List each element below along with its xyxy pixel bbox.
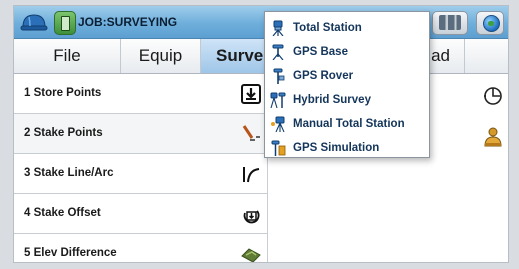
menu-item-label: Hybrid Survey bbox=[293, 94, 371, 106]
gps-rover-icon bbox=[270, 68, 286, 84]
menu-item-label: Total Station bbox=[293, 22, 362, 34]
hybrid-survey-icon bbox=[270, 92, 286, 109]
menu-item-hybrid-survey[interactable]: Hybrid Survey bbox=[265, 88, 429, 112]
title-bar: JOB:SURVEYING bbox=[14, 6, 508, 39]
menu-item-total-station[interactable]: Total Station bbox=[265, 16, 429, 40]
menu-item-label: GPS Simulation bbox=[293, 142, 380, 154]
total-station-icon bbox=[270, 20, 286, 37]
main-tabs: File Equip Surve ad bbox=[14, 39, 508, 74]
list-item-stake-offset[interactable]: 4 Stake Offset bbox=[14, 194, 268, 234]
target-icon[interactable] bbox=[482, 84, 504, 111]
list-item-stake-line-arc[interactable]: 3 Stake Line/Arc bbox=[14, 154, 268, 194]
menu-item-gps-simulation[interactable]: GPS Simulation bbox=[265, 136, 429, 160]
globe-button[interactable] bbox=[476, 11, 504, 35]
list-item-store-points[interactable]: 1 Store Points bbox=[14, 74, 268, 114]
globe-icon bbox=[483, 15, 500, 32]
satellite-signal-icon bbox=[439, 15, 461, 30]
stake-offset-icon bbox=[240, 203, 262, 225]
manual-total-station-icon bbox=[270, 116, 286, 133]
survey-dropdown-menu: Total Station GPS Base GPS Rover Hybrid … bbox=[264, 11, 430, 158]
elevation-difference-icon bbox=[240, 243, 262, 262]
list-item-label: 1 Store Points bbox=[24, 87, 102, 99]
menu-item-gps-rover[interactable]: GPS Rover bbox=[265, 64, 429, 88]
menu-item-label: GPS Base bbox=[293, 46, 348, 58]
tab-equip[interactable]: Equip bbox=[121, 39, 201, 73]
list-item-stake-points[interactable]: 2 Stake Points bbox=[14, 114, 268, 154]
app-screen: JOB:SURVEYING File Equip Surve ad 1 Stor… bbox=[14, 6, 508, 262]
surveyor-icon[interactable] bbox=[482, 126, 504, 153]
satellite-status-button[interactable] bbox=[432, 11, 468, 35]
job-file-icon[interactable] bbox=[54, 11, 76, 35]
hard-hat-icon[interactable] bbox=[20, 11, 48, 38]
survey-list: 1 Store Points 2 Stake Points 3 Stake Li… bbox=[14, 74, 268, 262]
job-title: JOB:SURVEYING bbox=[78, 15, 178, 29]
list-item-elev-difference[interactable]: 5 Elev Difference bbox=[14, 234, 268, 262]
gps-simulation-icon bbox=[270, 140, 286, 156]
tab-file[interactable]: File bbox=[14, 39, 121, 73]
list-item-label: 2 Stake Points bbox=[24, 127, 103, 139]
list-item-label: 3 Stake Line/Arc bbox=[24, 167, 114, 179]
menu-item-gps-base[interactable]: GPS Base bbox=[265, 40, 429, 64]
menu-item-label: GPS Rover bbox=[293, 70, 354, 82]
gps-base-icon bbox=[270, 44, 286, 61]
stake-point-icon bbox=[240, 123, 262, 145]
line-arc-icon bbox=[240, 163, 262, 185]
menu-item-label: Manual Total Station bbox=[293, 118, 405, 130]
menu-item-manual-total-station[interactable]: Manual Total Station bbox=[265, 112, 429, 136]
store-point-icon bbox=[240, 83, 262, 105]
list-item-label: 5 Elev Difference bbox=[24, 247, 117, 259]
list-item-label: 4 Stake Offset bbox=[24, 207, 101, 219]
